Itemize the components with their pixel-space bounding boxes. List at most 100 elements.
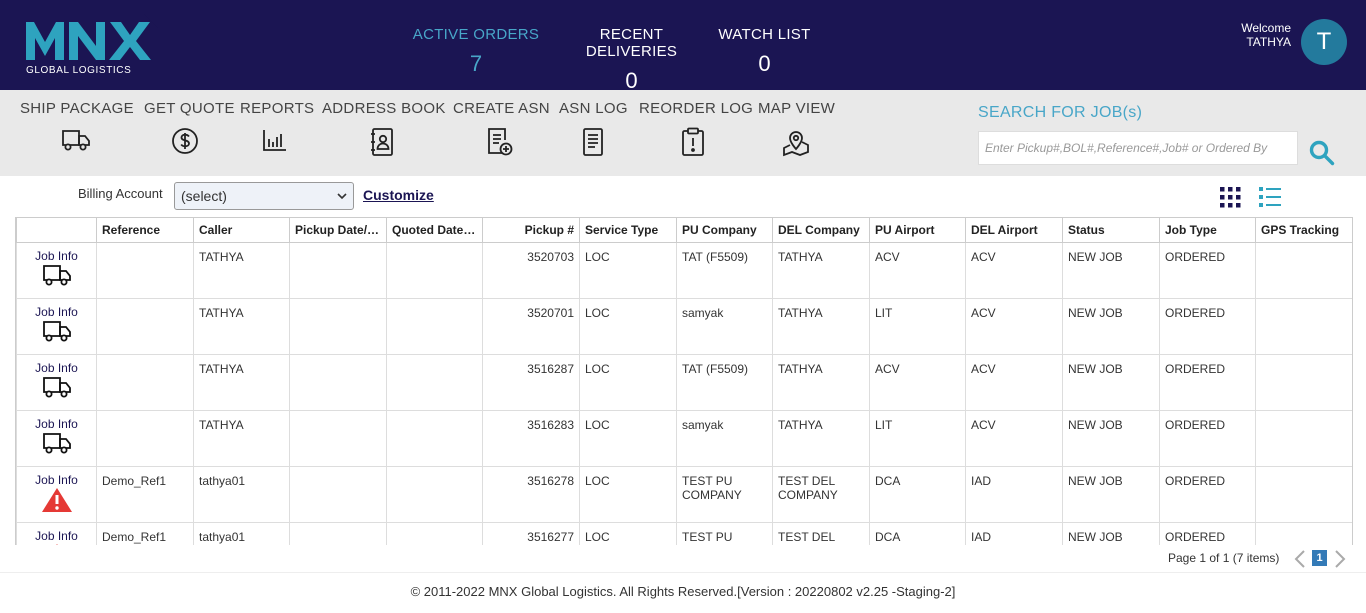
grid-view-icon[interactable]: [1220, 187, 1241, 208]
gps-tracking-cell: [1255, 466, 1352, 523]
watch-list-stat[interactable]: WATCH LIST 0: [716, 26, 813, 77]
active-orders-label: ACTIVE ORDERS: [412, 26, 540, 43]
truck-icon[interactable]: [42, 319, 72, 343]
del-company-cell: TATHYA: [772, 242, 870, 299]
caller-cell: TATHYA: [193, 410, 290, 467]
welcome-label: Welcome: [1241, 21, 1291, 35]
pickup-number-cell: 3520701: [482, 298, 580, 355]
column-header[interactable]: Quoted Date/Time: [386, 217, 483, 243]
watch-list-label: WATCH LIST: [718, 26, 811, 43]
search-icon[interactable]: [1308, 139, 1336, 167]
column-header[interactable]: Caller: [193, 217, 290, 243]
pu-company-cell: TEST PU COMPANY: [676, 466, 773, 523]
reference-cell: [96, 354, 194, 411]
list-view-icon[interactable]: [1259, 187, 1281, 208]
caller-cell: TATHYA: [193, 242, 290, 299]
truck-icon[interactable]: [42, 263, 72, 287]
footer-copyright: © 2011-2022 MNX Global Logistics. All Ri…: [0, 572, 1366, 613]
job-info-link[interactable]: Job Info: [22, 305, 91, 319]
truck-icon[interactable]: [42, 375, 72, 399]
pu-company-cell: samyak: [676, 410, 773, 467]
column-header[interactable]: PU Company: [676, 217, 773, 243]
quoted-datetime-cell: [386, 242, 483, 299]
active-orders-stat[interactable]: ACTIVE ORDERS 7: [412, 26, 540, 77]
welcome-text: Welcome TATHYA: [1241, 21, 1291, 49]
address-book-icon: [370, 128, 393, 156]
table-row[interactable]: Job Info TATHYA 3516287 LOC TAT (F5509) TATHY…: [16, 354, 1352, 411]
chevron-left-icon[interactable]: [1293, 550, 1307, 568]
column-header[interactable]: Job Type: [1159, 217, 1256, 243]
job-type-cell: ORDERED: [1159, 522, 1256, 545]
column-header[interactable]: Service Type: [579, 217, 677, 243]
table-row[interactable]: Job Info Demo_Ref1 tathya01 3516278 LOC TEST …: [16, 466, 1352, 523]
table-row[interactable]: Job Info TATHYA 3520701 LOC samyak TATHYA LIT A…: [16, 298, 1352, 355]
column-header[interactable]: Status: [1062, 217, 1160, 243]
recent-deliveries-stat[interactable]: RECENT DELIVERIES 0: [553, 26, 710, 94]
menu-map-view[interactable]: MAP VIEW: [758, 100, 835, 157]
column-header[interactable]: Pickup Date/Time: [289, 217, 387, 243]
document-add-icon: [488, 128, 513, 156]
menu-asn-log[interactable]: ASN LOG: [559, 100, 627, 157]
del-airport-cell: ACV: [965, 298, 1063, 355]
caller-cell: tathya01: [193, 522, 290, 545]
gps-tracking-cell: [1255, 410, 1352, 467]
quoted-datetime-cell: [386, 410, 483, 467]
job-info-cell: Job Info: [16, 242, 97, 299]
chevron-right-icon[interactable]: [1333, 550, 1347, 568]
menu-reports[interactable]: REPORTS: [240, 100, 314, 153]
pickup-number-cell: 3516287: [482, 354, 580, 411]
active-orders-count: 7: [469, 51, 483, 76]
pickup-number-cell: 3516277: [482, 522, 580, 545]
pager-current-page[interactable]: 1: [1312, 550, 1327, 566]
reference-cell: [96, 242, 194, 299]
column-header[interactable]: DEL Company: [772, 217, 870, 243]
pu-airport-cell: DCA: [869, 466, 966, 523]
del-company-cell: TATHYA: [772, 410, 870, 467]
caller-cell: tathya01: [193, 466, 290, 523]
column-header[interactable]: GPS Tracking: [1255, 217, 1352, 243]
job-info-link[interactable]: Job Info: [22, 249, 91, 263]
service-type-cell: LOC: [579, 466, 677, 523]
menu-address-book[interactable]: ADDRESS BOOK: [322, 100, 445, 157]
job-type-cell: ORDERED: [1159, 466, 1256, 523]
menu-get-quote[interactable]: GET QUOTE: [144, 100, 234, 155]
job-info-cell: Job Info: [16, 354, 97, 411]
gps-tracking-cell: [1255, 354, 1352, 411]
service-type-cell: LOC: [579, 522, 677, 545]
table-row[interactable]: Job Info TATHYA 3516283 LOC samyak TATHYA LIT A…: [16, 410, 1352, 467]
job-info-link[interactable]: Job Info: [22, 473, 91, 487]
billing-account-select[interactable]: (select): [174, 182, 354, 210]
column-header[interactable]: DEL Airport: [965, 217, 1063, 243]
menu-ship-package[interactable]: SHIP PACKAGE: [20, 100, 134, 153]
service-type-cell: LOC: [579, 242, 677, 299]
pickup-number-cell: 3516283: [482, 410, 580, 467]
avatar[interactable]: T: [1301, 19, 1347, 65]
warning-icon[interactable]: [41, 543, 73, 545]
truck-icon[interactable]: [42, 431, 72, 455]
orders-table: Reference Caller Pickup Date/Time Quoted…: [16, 217, 1352, 545]
column-header: [16, 217, 97, 243]
service-type-cell: LOC: [579, 354, 677, 411]
column-header[interactable]: Pickup #: [482, 217, 580, 243]
table-body: Job Info TATHYA 3520703 LOC TAT (F5509) TATHY…: [16, 242, 1352, 545]
quoted-datetime-cell: [386, 298, 483, 355]
job-search-input[interactable]: [978, 131, 1298, 165]
job-info-link[interactable]: Job Info: [22, 361, 91, 375]
billing-account-label: Billing Account: [78, 186, 163, 201]
column-header[interactable]: PU Airport: [869, 217, 966, 243]
pickup-datetime-cell: [289, 410, 387, 467]
pu-airport-cell: DCA: [869, 522, 966, 545]
pu-airport-cell: ACV: [869, 242, 966, 299]
menu-reorder-log[interactable]: REORDER LOG: [639, 100, 753, 157]
search-label: SEARCH FOR JOB(s): [978, 104, 1143, 121]
pu-company-cell: samyak: [676, 298, 773, 355]
warning-icon[interactable]: [41, 487, 73, 513]
customize-link[interactable]: Customize: [363, 187, 434, 203]
table-row[interactable]: Job Info TATHYA 3520703 LOC TAT (F5509) TATHY…: [16, 242, 1352, 299]
column-header[interactable]: Reference: [96, 217, 194, 243]
table-row[interactable]: Job Info Demo_Ref1 tathya01 3516277 LOC TEST …: [16, 522, 1352, 545]
menu-create-asn[interactable]: CREATE ASN: [453, 100, 550, 157]
job-info-link[interactable]: Job Info: [22, 417, 91, 431]
del-airport-cell: IAD: [965, 466, 1063, 523]
job-info-link[interactable]: Job Info: [22, 529, 91, 543]
